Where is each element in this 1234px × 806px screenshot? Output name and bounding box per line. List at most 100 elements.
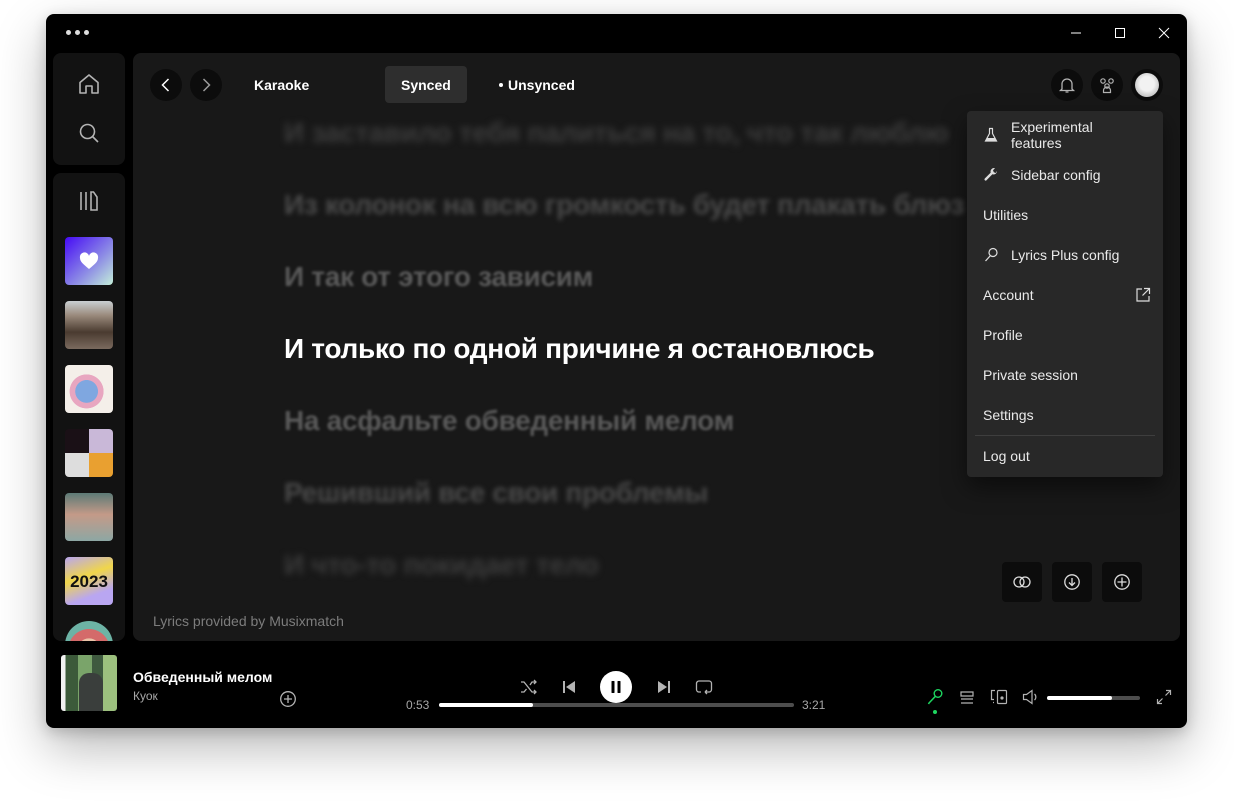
queue-icon xyxy=(960,691,974,704)
shuffle-button[interactable] xyxy=(518,676,540,698)
maximize-button[interactable] xyxy=(1105,22,1135,44)
volume-slider[interactable] xyxy=(1047,696,1140,700)
skip-back-icon xyxy=(563,681,575,693)
add-icon xyxy=(1114,574,1130,590)
tab-synced[interactable]: Synced xyxy=(385,66,467,103)
library-item-top-songs-2023[interactable]: 2023 xyxy=(65,557,113,605)
elapsed-time: 0:53 xyxy=(406,698,430,712)
fullscreen-button[interactable] xyxy=(1154,687,1174,707)
menu-item-log-out[interactable]: Log out xyxy=(971,436,1159,476)
next-button[interactable] xyxy=(653,676,675,698)
device-icon xyxy=(990,689,1008,705)
shuffle-icon xyxy=(521,679,537,695)
pause-button[interactable] xyxy=(600,671,632,703)
connect-device-button[interactable] xyxy=(989,687,1009,707)
track-artist[interactable]: Куок xyxy=(133,689,158,703)
home-button[interactable] xyxy=(75,70,103,98)
track-title[interactable]: Обведенный мелом xyxy=(133,669,272,685)
cover-text: 2023 xyxy=(70,572,108,591)
library-button[interactable] xyxy=(75,187,103,215)
queue-button[interactable] xyxy=(957,687,977,707)
lyric-line[interactable]: Решивший все свои проблемы xyxy=(284,477,708,509)
external-link-icon xyxy=(1135,287,1151,306)
tab-karaoke[interactable]: Karaoke xyxy=(238,66,325,103)
maximize-icon xyxy=(1115,28,1125,38)
home-icon xyxy=(79,74,99,94)
lyric-line[interactable]: Из колонок на всю громкость будет плакат… xyxy=(284,189,965,221)
lyric-line-active[interactable]: И только по одной причине я остановлюсь xyxy=(284,333,875,365)
friends-icon xyxy=(1100,78,1114,94)
repeat-button[interactable] xyxy=(693,676,715,698)
close-button[interactable] xyxy=(1149,22,1179,44)
menu-item-private-session[interactable]: Private session xyxy=(971,355,1159,395)
translate-icon xyxy=(1013,576,1031,588)
lyric-line[interactable]: И заставило тебя палиться на то, что так… xyxy=(284,117,949,149)
library-icon xyxy=(80,191,98,211)
friend-activity-button[interactable] xyxy=(1091,69,1123,101)
library-item-playlist[interactable] xyxy=(65,301,113,349)
menu-item-account[interactable]: Account xyxy=(971,275,1159,315)
profile-menu: Experimental features Sidebar config Uti… xyxy=(967,111,1163,477)
menu-item-label: Account xyxy=(983,287,1034,303)
menu-item-label: Experimental features xyxy=(1011,119,1093,151)
flask-icon xyxy=(983,127,999,143)
library-item-playlist[interactable] xyxy=(65,365,113,413)
menu-item-profile[interactable]: Profile xyxy=(971,315,1159,355)
lyric-line[interactable]: И что-то покидает тело xyxy=(284,549,599,581)
lyric-line[interactable]: На асфальте обведенный мелом xyxy=(284,405,734,437)
tab-label: Synced xyxy=(401,76,451,93)
library-item-playlist[interactable] xyxy=(65,429,113,477)
search-button[interactable] xyxy=(75,119,103,147)
minimize-button[interactable] xyxy=(1061,22,1091,44)
lyrics-button[interactable] xyxy=(925,687,945,707)
more-dots-icon[interactable] xyxy=(66,25,96,39)
pause-icon xyxy=(611,681,621,693)
chevron-left-icon xyxy=(161,78,170,92)
unsynced-dot-icon xyxy=(499,82,503,87)
profile-button[interactable] xyxy=(1131,69,1163,101)
library-panel: 2023 xyxy=(53,173,125,641)
menu-item-label: Settings xyxy=(983,407,1034,423)
album-cover[interactable] xyxy=(61,655,117,711)
lyric-line[interactable]: И так от этого зависим xyxy=(284,261,593,293)
translate-button[interactable] xyxy=(1002,562,1042,602)
previous-button[interactable] xyxy=(558,676,580,698)
forward-button[interactable] xyxy=(190,69,222,101)
mute-button[interactable] xyxy=(1021,687,1041,707)
notifications-button[interactable] xyxy=(1051,69,1083,101)
add-to-library-button[interactable] xyxy=(278,689,298,709)
tab-unsynced[interactable]: Unsynced xyxy=(483,66,591,103)
search-icon xyxy=(79,123,99,143)
microphone-icon xyxy=(927,689,943,705)
add-circle-icon xyxy=(280,691,296,707)
progress-bar[interactable] xyxy=(439,703,794,707)
volume-fill xyxy=(1047,696,1113,700)
tab-label: Unsynced xyxy=(508,76,575,93)
menu-item-experimental-features[interactable]: Experimental features xyxy=(971,115,1159,155)
skip-forward-icon xyxy=(658,681,670,693)
back-button[interactable] xyxy=(150,69,182,101)
menu-item-settings[interactable]: Settings xyxy=(971,395,1159,435)
library-item-liked-songs[interactable] xyxy=(65,237,113,285)
bell-icon xyxy=(1058,78,1076,93)
expand-icon xyxy=(1156,689,1172,705)
active-indicator-dot xyxy=(933,710,937,714)
tab-label: Karaoke xyxy=(254,76,310,93)
now-playing-bar: Обведенный мелом Куок 0:53 3:21 xyxy=(46,649,1187,728)
add-lyrics-button[interactable] xyxy=(1102,562,1142,602)
menu-item-sidebar-config[interactable]: Sidebar config xyxy=(971,155,1159,195)
progress-fill xyxy=(439,703,533,707)
heart-icon xyxy=(79,252,99,269)
close-icon xyxy=(1158,27,1170,39)
library-item-playlist[interactable] xyxy=(65,493,113,541)
volume-icon xyxy=(1022,689,1037,705)
menu-item-label: Profile xyxy=(983,327,1023,343)
menu-item-label: Lyrics Plus config xyxy=(1011,247,1120,263)
menu-item-utilities[interactable]: Utilities xyxy=(971,195,1159,235)
download-lyrics-button[interactable] xyxy=(1052,562,1092,602)
minimize-icon xyxy=(1071,32,1081,34)
menu-item-label: Utilities xyxy=(983,207,1029,223)
app-window: 2023 Karaoke Synced Unsynced И заставило… xyxy=(46,14,1187,728)
library-item-artist[interactable] xyxy=(65,621,113,641)
menu-item-lyrics-plus-config[interactable]: Lyrics Plus config xyxy=(971,235,1159,275)
